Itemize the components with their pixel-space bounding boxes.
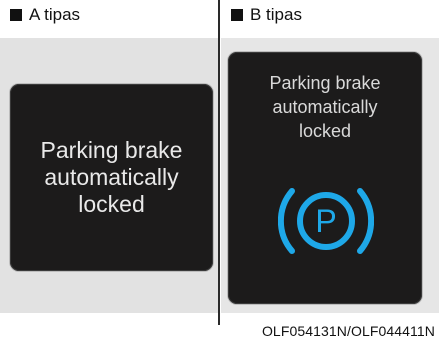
- panel-divider: [218, 0, 220, 325]
- parking-brake-icon: P: [278, 188, 374, 254]
- screen-a-message: Parking brake automatically locked: [40, 136, 183, 218]
- screen-b-message-line-1: Parking brake: [269, 73, 381, 93]
- panel-a-label: A tipas: [29, 5, 81, 24]
- display-screen-b: Parking brake automatically locked P: [228, 52, 422, 304]
- panel-b-label: B tipas: [250, 5, 302, 24]
- panel-a-header: A tipas: [10, 6, 80, 23]
- square-bullet-icon: [10, 8, 22, 21]
- square-bullet-icon: [231, 8, 243, 21]
- parking-brake-icon-right-bracket: [357, 188, 374, 254]
- parking-brake-icon-left-bracket: [278, 188, 295, 254]
- screen-b-message-line-3: locked: [298, 120, 352, 141]
- figure-code: OLF054131N/OLF044411N: [261, 323, 435, 339]
- panel-b-header: B tipas: [231, 6, 302, 23]
- screen-b-message: Parking brake automatically locked: [228, 72, 422, 143]
- panel-type-b: B tipas Parking brake automatically lock…: [221, 0, 439, 313]
- screen-b-message-line-2: automatically: [272, 96, 378, 117]
- panel-type-a: A tipas Parking brake automatically lock…: [0, 0, 218, 313]
- display-screen-a: Parking brake automatically locked: [10, 84, 213, 271]
- parking-brake-icon-letter: P: [315, 203, 336, 239]
